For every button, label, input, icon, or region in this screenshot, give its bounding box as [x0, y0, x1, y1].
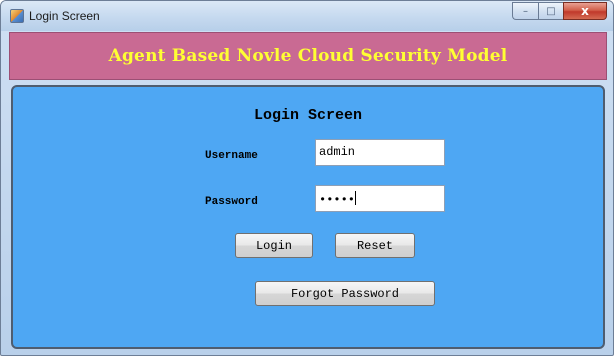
login-button-label: Login	[255, 238, 292, 253]
password-input[interactable]: •••••	[315, 185, 445, 212]
reset-button[interactable]: Reset	[335, 233, 415, 258]
forgot-password-label: Forgot Password	[290, 286, 400, 301]
close-icon: x	[581, 4, 589, 18]
maximize-button[interactable]: □	[538, 2, 563, 20]
close-button[interactable]: x	[563, 2, 607, 20]
reset-button-label: Reset	[356, 238, 393, 253]
minimize-button[interactable]: –	[512, 2, 538, 20]
login-title: Login Screen	[253, 107, 363, 124]
username-label: Username	[205, 150, 258, 162]
app-heading: Agent Based Novle Cloud Security Model	[108, 46, 508, 66]
password-label: Password	[205, 196, 258, 208]
login-panel: Login Screen Username admin Password •••…	[11, 85, 605, 349]
login-window: Login Screen – □ x Agent Based Novle Clo…	[0, 0, 614, 356]
login-button[interactable]: Login	[235, 233, 313, 258]
window-title: Login Screen	[29, 9, 100, 23]
title-bar[interactable]: Login Screen – □ x	[1, 1, 613, 31]
java-app-icon	[10, 9, 24, 23]
username-input[interactable]: admin	[315, 139, 445, 166]
forgot-password-button[interactable]: Forgot Password	[255, 281, 435, 306]
text-caret	[355, 191, 357, 205]
password-mask: •••••	[319, 193, 356, 207]
header-banner: Agent Based Novle Cloud Security Model	[9, 32, 607, 80]
minimize-icon: –	[523, 5, 528, 17]
maximize-icon: □	[546, 5, 556, 17]
username-value: admin	[319, 145, 356, 159]
window-controls: – □ x	[512, 2, 607, 21]
